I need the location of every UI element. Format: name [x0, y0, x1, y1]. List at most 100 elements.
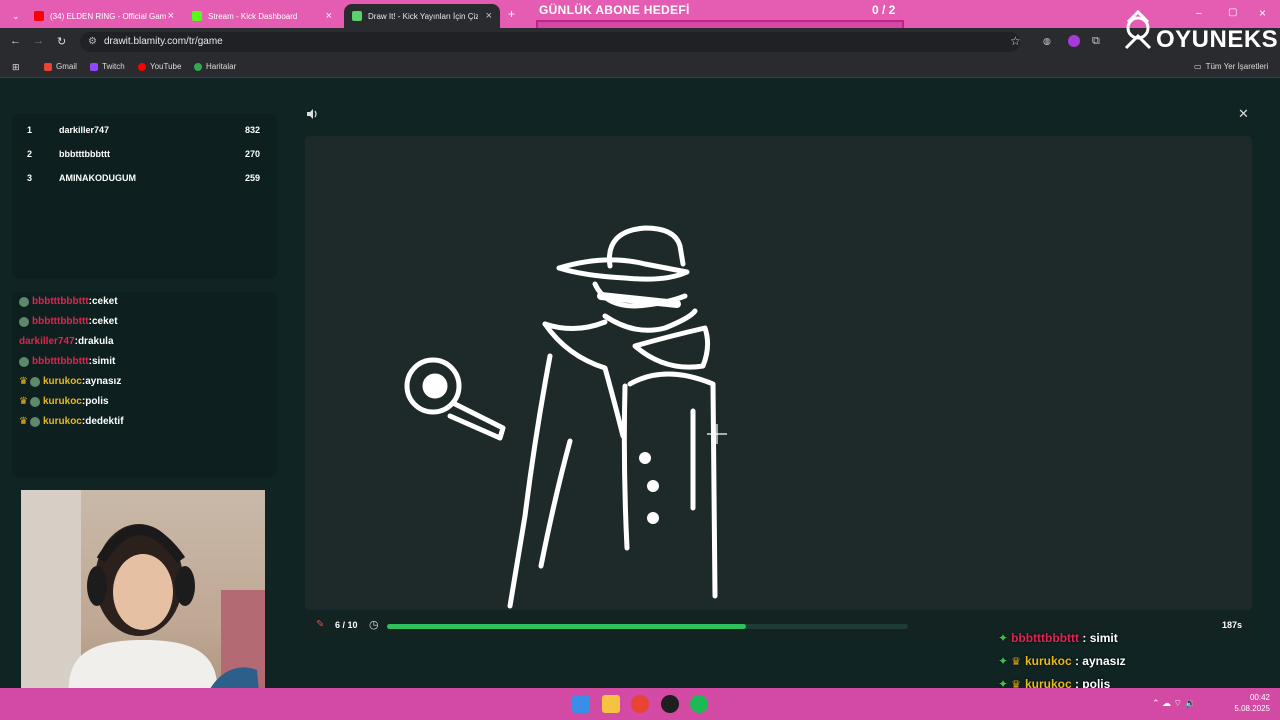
overlay-chat-message: ✦ ♛ kurukoc : aynasız	[998, 654, 1126, 668]
bookmark-label: Haritalar	[206, 62, 237, 71]
system-clock[interactable]: 00:42 5.08.2025	[1234, 692, 1270, 714]
chrome-icon[interactable]	[631, 695, 649, 713]
bookmark-maps[interactable]: Haritalar	[194, 62, 236, 71]
chat-text: :dedektif	[81, 416, 124, 427]
overlay-text: : simit	[1079, 631, 1118, 645]
spotify-icon[interactable]	[690, 695, 708, 713]
chat-message: ♛ kurukoc:polis	[19, 396, 109, 407]
goal-count: 0 / 2	[872, 3, 896, 17]
overlay-text: : aynasız	[1071, 654, 1126, 668]
rank: 2	[27, 149, 33, 159]
chat-text: :simit	[88, 356, 116, 367]
subscriber-badge-icon	[19, 296, 29, 307]
player-name: bbbtttbbbttt	[59, 149, 110, 159]
close-icon[interactable]: ×	[326, 10, 332, 22]
extension-icon[interactable]	[1068, 35, 1080, 47]
apps-icon[interactable]: ⊞	[12, 62, 20, 73]
timer-icon: ◷	[369, 619, 379, 631]
subscriber-badge-icon	[29, 416, 40, 427]
windows-start-icon[interactable]	[572, 695, 590, 713]
leaderboard: 1 darkiller747 832 2 bbbtttbbbttt 270 3 …	[12, 114, 277, 279]
bookmark-star-icon[interactable]: ☆	[1010, 34, 1021, 48]
tab-label: (34) ELDEN RING - Official Gam	[50, 11, 167, 21]
bookmark-label: YouTube	[150, 62, 182, 71]
close-icon[interactable]: ✕	[1238, 106, 1249, 122]
leaderboard-row: 1 darkiller747 832	[12, 125, 277, 141]
bookmark-youtube[interactable]: YouTube	[138, 62, 181, 71]
chat-username[interactable]: kurukoc	[43, 416, 82, 427]
crown-icon: ♛	[19, 416, 28, 427]
tab-label: Stream - Kick Dashboard	[208, 11, 298, 21]
player-name: darkiller747	[59, 125, 110, 135]
leaderboard-row: 3 AMINAKODUGUM 259	[12, 173, 277, 189]
score: 270	[244, 149, 260, 159]
chat-text: :ceket	[88, 316, 118, 327]
all-bookmarks-label: Tüm Yer İşaretleri	[1205, 62, 1269, 71]
webcam-feed	[21, 490, 265, 714]
new-tab-button[interactable]: +	[508, 7, 515, 21]
kick-star-icon: ✦	[998, 654, 1009, 668]
kick-star-icon: ✦	[998, 631, 1009, 645]
twitch-icon	[90, 62, 98, 71]
overlay-chat-message: ✦ bbbtttbbbttt : simit	[998, 631, 1118, 645]
all-bookmarks[interactable]: ▭ Tüm Yer İşaretleri	[1194, 62, 1268, 71]
speaker-icon[interactable]	[305, 107, 319, 121]
bookmark-gmail[interactable]: Gmail	[44, 62, 77, 71]
gmail-icon	[44, 62, 52, 71]
chat-username[interactable]: bbbtttbbbttt	[32, 356, 89, 367]
chat-username[interactable]: bbbtttbbbttt	[32, 296, 89, 307]
pencil-icon: ✎	[316, 619, 325, 630]
youtube-icon	[138, 62, 146, 71]
tab-kick-dashboard[interactable]: Stream - Kick Dashboard ×	[184, 4, 340, 28]
pencil-icon	[352, 11, 362, 21]
chat-text: :aynasız	[81, 376, 122, 387]
crown-icon: ♛	[1011, 655, 1021, 668]
chat-username[interactable]: kurukoc	[43, 396, 82, 407]
chat-text: :ceket	[88, 296, 118, 307]
clock-time: 00:42	[1249, 693, 1270, 702]
url-field[interactable]: drawit.blamity.com/tr/game	[80, 32, 1020, 52]
chat-username[interactable]: bbbtttbbbttt	[32, 316, 89, 327]
forward-icon[interactable]: →	[33, 35, 44, 47]
time-remaining: 187s	[1221, 620, 1242, 630]
chat-username[interactable]: darkiller747	[19, 336, 75, 347]
chat-message: darkiller747:drakula	[19, 336, 114, 347]
chat-message: ♛ kurukoc:aynasız	[19, 376, 121, 387]
score: 259	[244, 173, 260, 183]
kick-icon	[192, 11, 202, 21]
overlay-username: bbbtttbbbttt	[1011, 631, 1080, 645]
crown-icon: ♛	[19, 376, 28, 387]
extension-icon[interactable]: ◍	[1043, 36, 1051, 47]
file-explorer-icon[interactable]	[602, 695, 620, 713]
bookmark-label: Twitch	[102, 62, 125, 71]
subscriber-badge-icon	[19, 316, 29, 327]
tray-icons[interactable]: ⌃ ☁ ⌔ 🔉	[1152, 698, 1196, 709]
folder-icon: ▭	[1194, 62, 1202, 71]
bookmark-label: Gmail	[56, 62, 77, 71]
chat-message: bbbtttbbbttt:simit	[19, 356, 115, 367]
tab-elden-ring[interactable]: (34) ELDEN RING - Official Gam ×	[26, 4, 182, 28]
player-name: AMINAKODUGUM	[59, 173, 136, 183]
close-icon[interactable]: ×	[486, 10, 492, 22]
site-info-icon[interactable]: ⚙	[88, 36, 97, 47]
brand-name: OYUNEKS	[1156, 26, 1279, 53]
clock-date: 5.08.2025	[1234, 704, 1270, 713]
tab-label: Draw It! - Kick Yayınları İçin Çiz	[368, 11, 478, 21]
drawing-canvas[interactable]	[305, 136, 1252, 610]
chat-text: :polis	[81, 396, 109, 407]
tab-draw-it[interactable]: Draw It! - Kick Yayınları İçin Çiz ×	[344, 4, 500, 28]
overlay-username: kurukoc	[1024, 654, 1072, 668]
back-icon[interactable]: ←	[10, 35, 21, 47]
time-progress-fill	[387, 624, 746, 629]
obs-icon[interactable]	[661, 695, 679, 713]
chat-username[interactable]: kurukoc	[43, 376, 82, 387]
bookmark-twitch[interactable]: Twitch	[90, 62, 125, 71]
streamer-video	[21, 490, 265, 714]
rank: 1	[27, 125, 33, 135]
chat-text: :drakula	[74, 336, 114, 347]
puzzle-icon[interactable]: ⧉	[1092, 35, 1100, 48]
reload-icon[interactable]: ↻	[57, 35, 66, 48]
close-icon[interactable]: ×	[168, 10, 174, 22]
tab-search-button[interactable]: ⌄	[4, 4, 24, 28]
crown-icon: ♛	[19, 396, 28, 407]
